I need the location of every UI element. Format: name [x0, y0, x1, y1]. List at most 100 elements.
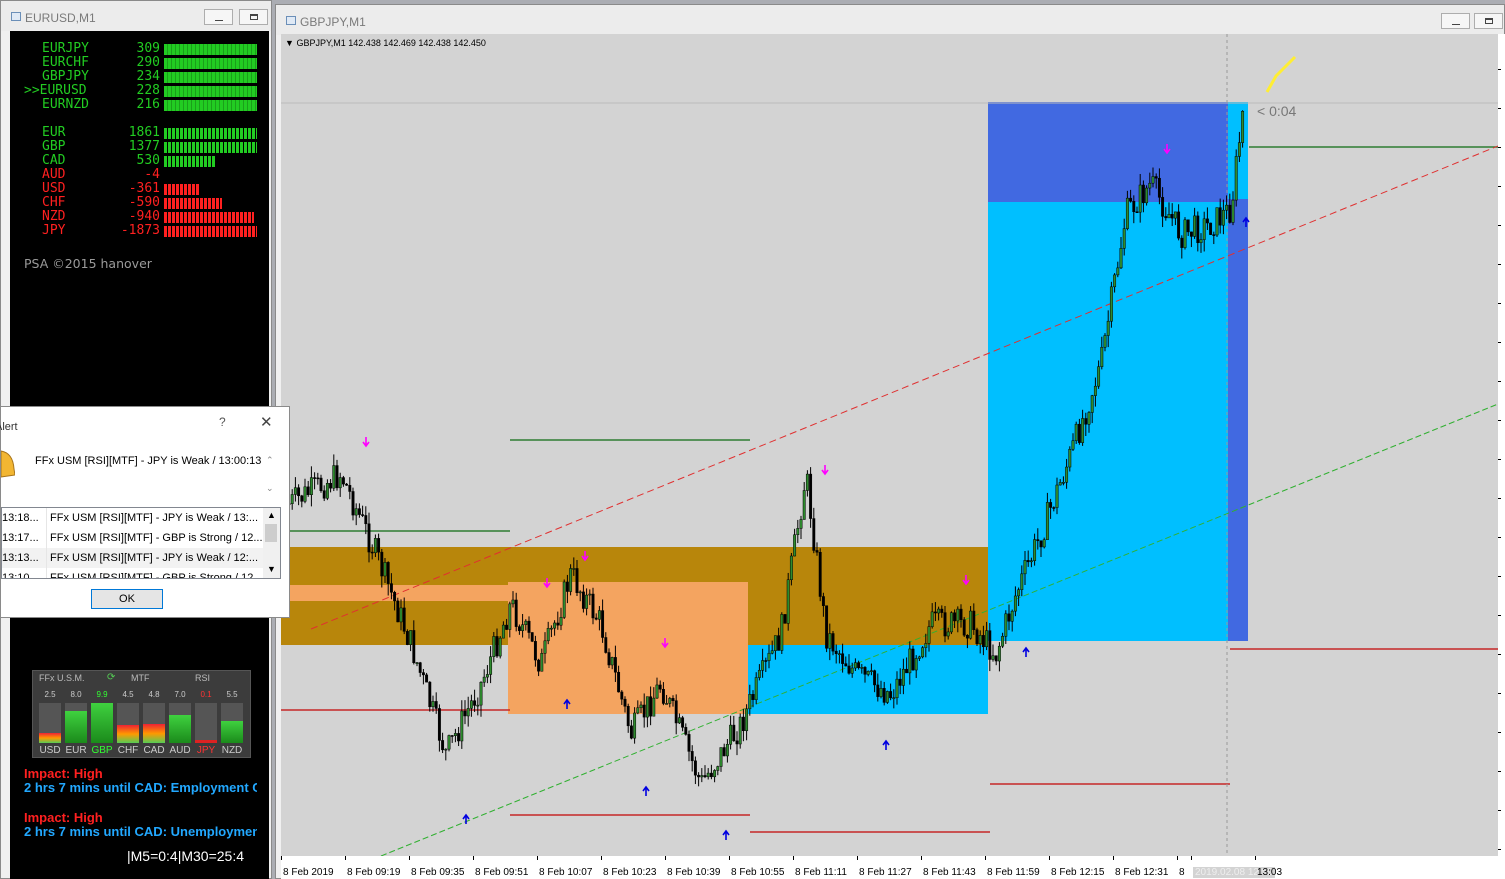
candle-body [601, 610, 605, 638]
candle-body [988, 630, 992, 660]
candle-body [473, 700, 477, 706]
alert-history-row[interactable]: 13:10... FFx USM [RSI][MTF] - GBP is Stro… [2, 568, 264, 578]
alert-history-list[interactable]: 13:10... FFx USM [RSI][MTF] - GBP is Stro… [1, 507, 281, 579]
currency-strength-bar [164, 184, 201, 195]
alert-history-row[interactable]: 13:13... FFx USM [RSI][MTF] - JPY is Weak… [2, 548, 264, 568]
candle-body [1036, 539, 1040, 542]
candle-body [1023, 560, 1027, 575]
gbpjpy-title-bar[interactable]: GBPJPY,M1 [276, 5, 1504, 35]
candle-body [300, 495, 304, 502]
candle-body [860, 667, 864, 669]
minimize-button[interactable] [1441, 13, 1470, 29]
candle-body [431, 701, 435, 708]
price-tick [1498, 381, 1501, 382]
candle-body [869, 670, 873, 672]
maximize-button[interactable] [1474, 13, 1503, 29]
chart-canvas[interactable] [281, 34, 1498, 856]
message-scroll-up-icon[interactable]: ⌃ [266, 455, 274, 466]
candle-body [1157, 177, 1161, 198]
candle-body [610, 657, 614, 666]
candle-body [796, 528, 800, 535]
candle-body [1033, 539, 1037, 561]
help-button[interactable]: ? [219, 415, 226, 429]
candle-body [809, 473, 813, 519]
currency-strength-bar [164, 226, 257, 237]
candle-body [421, 672, 425, 676]
close-icon[interactable]: ✕ [260, 413, 273, 431]
price-chart[interactable]: ▼ GBPJPY,M1 142.438 142.469 142.438 142.… [281, 34, 1498, 856]
time-tick [665, 856, 666, 860]
candle-body [1234, 156, 1238, 201]
candle-body [1045, 502, 1049, 540]
candle-body [1196, 215, 1200, 244]
scroll-thumb[interactable] [265, 524, 277, 542]
minimize-button[interactable] [204, 9, 233, 25]
buy-arrow-icon [642, 785, 650, 796]
candle-body [1119, 248, 1123, 269]
time-axis-label: 8 Feb 10:07 [539, 867, 593, 878]
maximize-button[interactable] [239, 9, 268, 25]
price-axis [1498, 34, 1505, 856]
scroll-up-icon[interactable]: ▲ [267, 510, 276, 520]
candle-body [524, 620, 528, 625]
candle-body [485, 674, 489, 678]
candle-body [348, 485, 352, 492]
alert-row-text: FFx USM [RSI][MTF] - JPY is Weak / 12:..… [50, 552, 259, 564]
candle-body [1071, 440, 1075, 450]
candle-body [812, 518, 816, 551]
time-axis-label: 8 Feb 11:27 [859, 867, 912, 878]
scroll-down-icon[interactable]: ▼ [267, 564, 276, 574]
pair-value: 216 [136, 97, 160, 112]
sell-arrow-icon [821, 465, 829, 476]
chart-window-icon [286, 16, 296, 25]
candle-body [626, 706, 630, 727]
pair-value: 309 [136, 41, 160, 56]
message-scroll-down-icon[interactable]: ⌄ [266, 483, 274, 494]
candle-body [1129, 197, 1133, 202]
alert-row-time: 13:18... [2, 512, 39, 524]
candle-body [953, 612, 957, 622]
symbol-header: ▼ GBPJPY,M1 142.438 142.469 142.438 142.… [285, 38, 486, 48]
candle-body [693, 760, 697, 776]
refresh-icon[interactable]: ⟳ [107, 672, 115, 683]
pair-value: 290 [136, 55, 160, 70]
price-tick [1498, 498, 1501, 499]
candle-body [658, 684, 662, 690]
candle-body [802, 490, 806, 520]
list-scrollbar[interactable]: ▲ ▼ [263, 508, 280, 578]
candle-body [434, 701, 438, 709]
candle-body [793, 534, 797, 557]
candle-body [1228, 204, 1232, 223]
candle-body [1052, 507, 1056, 509]
price-tick [1498, 459, 1501, 460]
usm-bar [195, 740, 217, 743]
candle-body [549, 627, 553, 630]
candle-body [604, 637, 608, 653]
dropdown-triangle-icon[interactable]: ▼ [285, 38, 294, 48]
candle-body [882, 688, 886, 703]
candle-body [463, 710, 467, 717]
buy-arrow-icon [722, 829, 730, 840]
alert-history-row[interactable]: 13:18... FFx USM [RSI][MTF] - JPY is Weak… [2, 508, 264, 528]
candle-body [921, 647, 925, 658]
alert-history-row[interactable]: 13:17... FFx USM [RSI][MTF] - GBP is Stro… [2, 528, 264, 548]
pair-strength-bar [164, 44, 257, 55]
candle-body [917, 656, 921, 659]
candle-body [450, 735, 454, 737]
candle-body [367, 523, 371, 553]
time-axis-label: 8 Feb 12:15 [1051, 867, 1105, 878]
candle-body [293, 487, 297, 495]
eurusd-title-bar[interactable]: EURUSD,M1 [1, 1, 271, 31]
candle-body [335, 465, 339, 489]
candle-body [636, 707, 640, 714]
candle-body [642, 704, 646, 718]
usm-value: 2.5 [44, 690, 56, 699]
candle-body [991, 655, 995, 660]
candle-body [569, 568, 573, 592]
price-tick [1498, 108, 1501, 109]
ok-button[interactable]: OK [91, 589, 163, 609]
time-tick [409, 856, 410, 860]
candle-body [338, 477, 342, 489]
usm-strength-meter: FFx U.S.M. ⟳ MTF RSI 2.5 USD 8.0 EUR 9.9 GBP 4… [32, 670, 251, 758]
alert-dialog[interactable]: Alert ? ✕ FFx USM [RSI][MTF] - JPY is We… [0, 406, 290, 618]
